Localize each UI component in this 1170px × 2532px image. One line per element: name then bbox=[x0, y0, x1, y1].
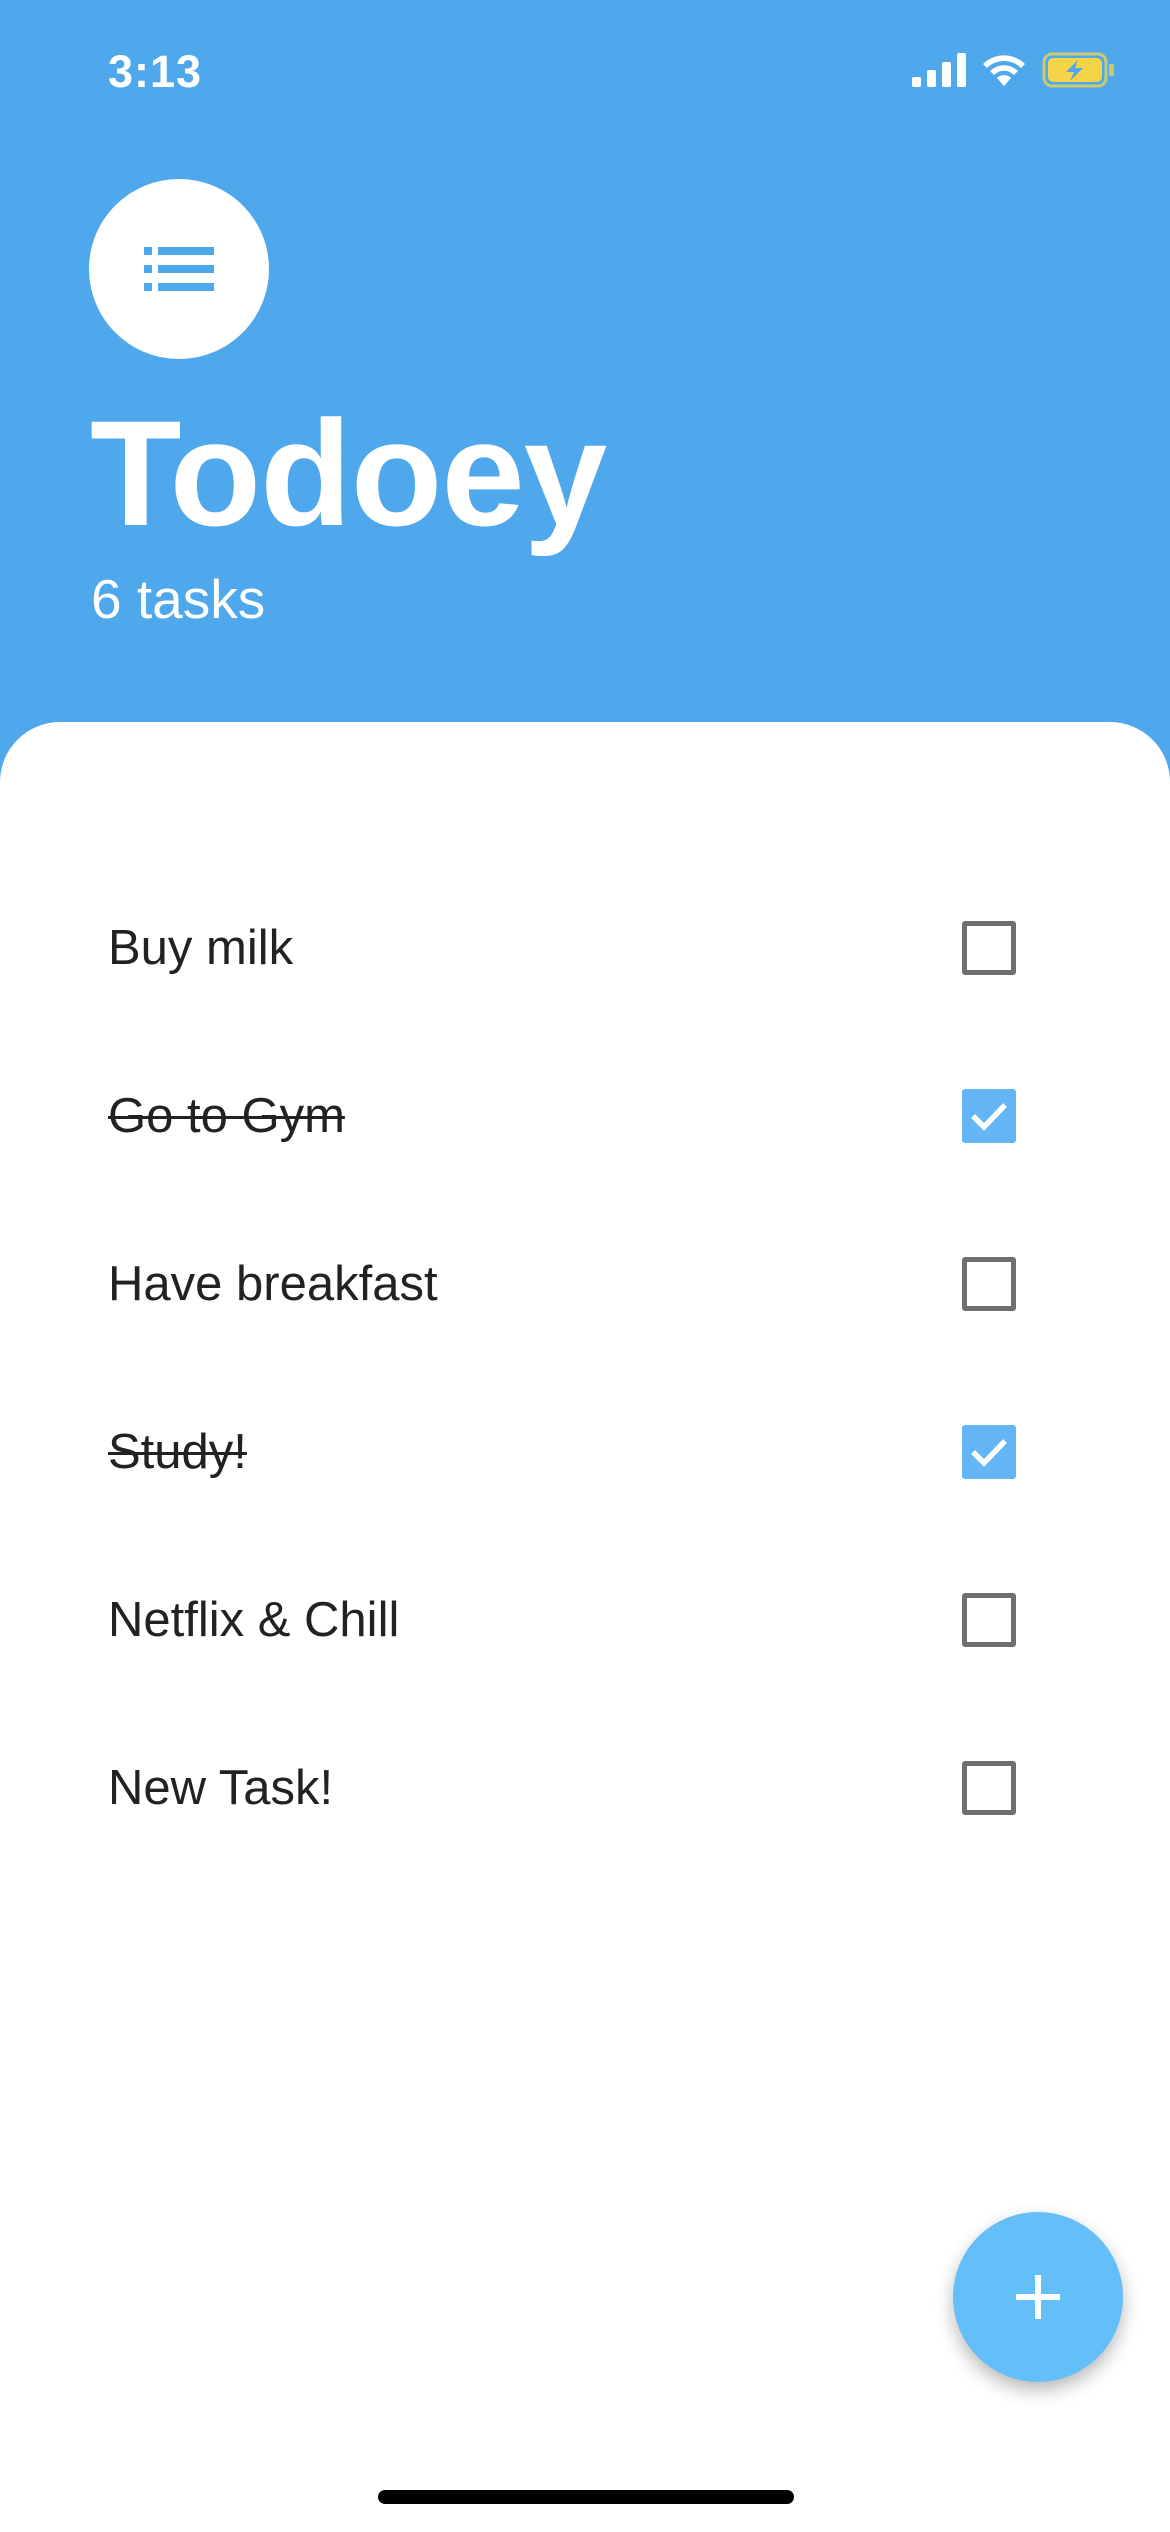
task-row[interactable]: New Task! bbox=[0, 1704, 1170, 1872]
task-row[interactable]: Buy milk bbox=[0, 864, 1170, 1032]
task-label: Buy milk bbox=[108, 921, 294, 975]
home-indicator bbox=[378, 2490, 794, 2504]
task-checkbox[interactable] bbox=[962, 1089, 1016, 1143]
task-label: Study! bbox=[108, 1425, 247, 1479]
task-label: Have breakfast bbox=[108, 1257, 438, 1311]
task-row[interactable]: Have breakfast bbox=[0, 1200, 1170, 1368]
task-label: Netflix & Chill bbox=[108, 1593, 400, 1647]
status-bar: 3:13 bbox=[0, 0, 1170, 150]
status-icons bbox=[912, 52, 1116, 88]
task-list: Buy milk Go to Gym Have breakfast Study! bbox=[0, 864, 1170, 1872]
task-count: 6 tasks bbox=[91, 568, 266, 630]
task-checkbox[interactable] bbox=[962, 1425, 1016, 1479]
signal-icon bbox=[912, 53, 966, 87]
app-title: Todoey bbox=[90, 389, 607, 557]
task-row[interactable]: Netflix & Chill bbox=[0, 1536, 1170, 1704]
wifi-icon bbox=[983, 55, 1025, 86]
menu-button[interactable] bbox=[89, 179, 269, 359]
task-row[interactable]: Go to Gym bbox=[0, 1032, 1170, 1200]
task-checkbox[interactable] bbox=[962, 1593, 1016, 1647]
app-header: 3:13 Todoey 6 tasks bbox=[0, 0, 1170, 730]
list-icon bbox=[144, 247, 214, 291]
battery-charging-icon bbox=[1042, 52, 1114, 88]
add-task-button[interactable] bbox=[953, 2212, 1123, 2382]
task-checkbox[interactable] bbox=[962, 1761, 1016, 1815]
task-checkbox[interactable] bbox=[962, 921, 1016, 975]
task-checkbox[interactable] bbox=[962, 1257, 1016, 1311]
task-label: New Task! bbox=[108, 1761, 334, 1815]
status-time: 3:13 bbox=[108, 46, 203, 97]
task-row[interactable]: Study! bbox=[0, 1368, 1170, 1536]
plus-icon bbox=[1016, 2275, 1060, 2319]
check-icon bbox=[971, 1439, 1007, 1467]
check-icon bbox=[971, 1103, 1007, 1131]
task-label: Go to Gym bbox=[108, 1089, 345, 1143]
